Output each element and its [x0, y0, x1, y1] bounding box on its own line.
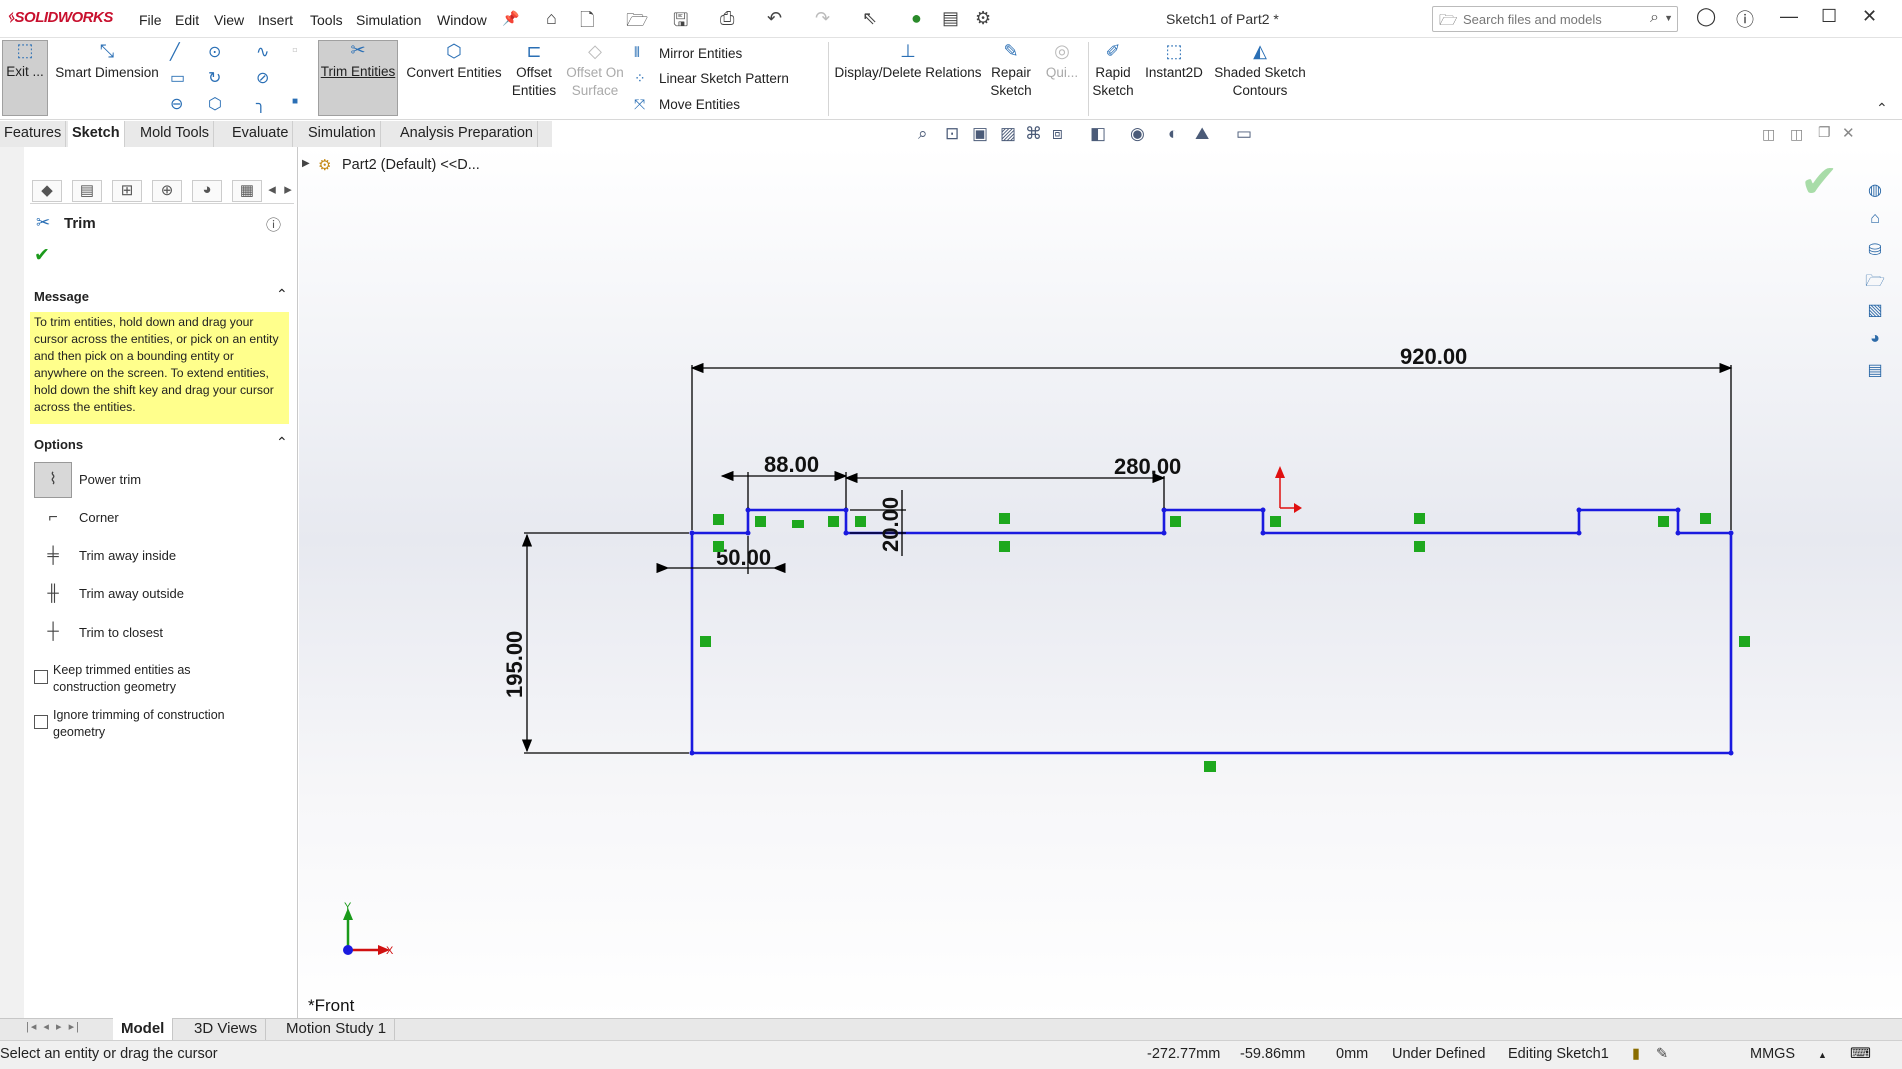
- status-sketch-state: Under Defined: [1392, 1046, 1486, 1062]
- tab-scroll-arrows-icon[interactable]: |◂ ◂ ▸ ▸|: [26, 1020, 81, 1033]
- tab-motion-study[interactable]: Motion Study 1: [278, 1018, 396, 1040]
- dim-left-step[interactable]: 88.00: [764, 452, 819, 477]
- sketch-vertices: [689, 507, 1734, 756]
- status-editing: Editing Sketch1: [1508, 1046, 1609, 1062]
- customize-status-bar-icon[interactable]: ⌨: [1850, 1046, 1871, 1062]
- triad-y-label: Y: [344, 901, 352, 913]
- dim-step-height[interactable]: 20.00: [878, 497, 903, 552]
- dim-overall-width[interactable]: 920.00: [1400, 344, 1467, 369]
- dim-mid-span[interactable]: 280.00: [1114, 454, 1181, 479]
- dimension-lines: [521, 362, 1733, 754]
- dim-offset[interactable]: 50.00: [716, 545, 771, 570]
- unit-system-dropdown-icon[interactable]: ▲: [1818, 1050, 1827, 1060]
- dimension-labels: 920.00 88.00 280.00 20.00 50.00 195.00: [502, 344, 1467, 698]
- triad-x-label: X: [386, 945, 394, 957]
- status-hint: Select an entity or drag the cursor: [0, 1046, 218, 1062]
- tab-3d-views[interactable]: 3D Views: [186, 1018, 267, 1040]
- dim-total-height[interactable]: 195.00: [502, 631, 527, 698]
- status-bar: [0, 1040, 1902, 1069]
- status-z-coordinate: 0mm: [1336, 1046, 1369, 1062]
- view-triad: Y X: [343, 901, 394, 957]
- tab-model[interactable]: Model: [113, 1018, 174, 1040]
- unit-system[interactable]: MMGS: [1750, 1046, 1795, 1062]
- sketch-canvas[interactable]: 920.00 88.00 280.00 20.00 50.00 195.00 Y…: [0, 0, 1902, 1069]
- sketch-origin: [1275, 466, 1302, 513]
- sketch-profile[interactable]: [690, 508, 1733, 755]
- status-x-coordinate: -272.77mm: [1147, 1046, 1221, 1062]
- rebuild-status-icon[interactable]: ▮: [1632, 1046, 1640, 1062]
- quick-tips-icon[interactable]: ✎: [1656, 1046, 1668, 1062]
- relation-markers: [700, 513, 1750, 772]
- view-orientation-label: *Front: [308, 996, 355, 1015]
- status-y-coordinate: -59.86mm: [1240, 1046, 1306, 1062]
